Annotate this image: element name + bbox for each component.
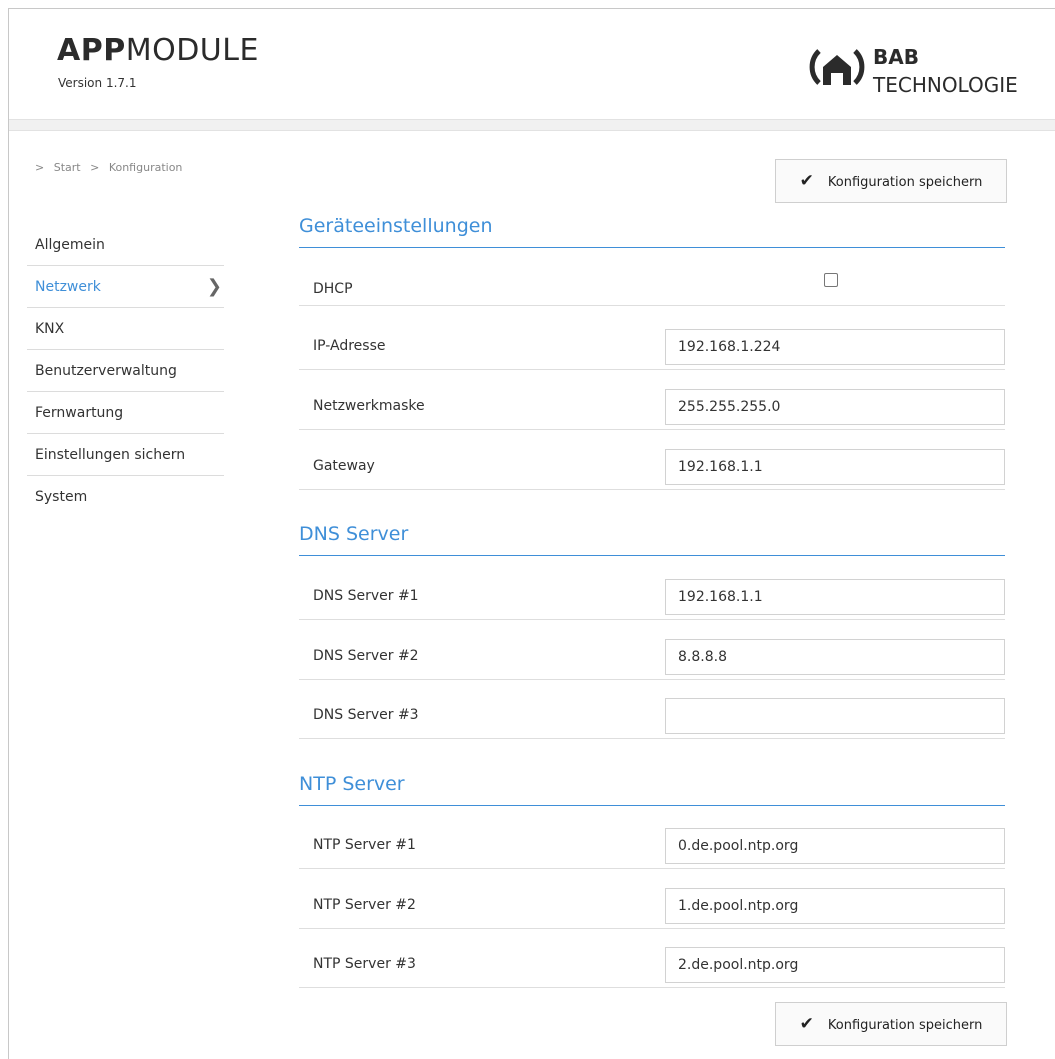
brand-title: APPMODULE [57,33,259,68]
save-config-button-top[interactable]: ✔ Konfiguration speichern [775,159,1007,203]
ntp2-input[interactable] [665,888,1005,924]
dns2-label: DNS Server #2 [313,648,419,664]
breadcrumb-separator: > [35,161,45,174]
form-row: NTP Server #2 [299,888,1005,929]
section-title: Geräteeinstellungen [299,211,1005,248]
logo-text-technologie: TECHNOLOGIE [873,73,1018,97]
dns1-input[interactable] [665,579,1005,615]
ntp2-label: NTP Server #2 [313,897,416,913]
sidebar-item-system[interactable]: System [27,476,224,517]
sidebar-item-netzwerk[interactable]: Netzwerk ❯ [27,266,224,308]
chevron-right-icon: ❯ [206,276,222,297]
sidebar-nav: Allgemein Netzwerk ❯ KNX Benutzerverwaltu… [27,224,224,517]
header-divider-band [9,119,1055,131]
logo-text-bab: BAB [873,45,919,69]
checkmark-icon: ✔ [799,171,814,191]
ntp3-label: NTP Server #3 [313,956,416,972]
company-logo: BAB TECHNOLOGIE [809,39,1039,99]
netmask-input[interactable] [665,389,1005,425]
house-logo-icon [809,49,865,85]
breadcrumb-konfiguration[interactable]: Konfiguration [109,161,183,174]
dhcp-label: DHCP [313,281,353,297]
form-row: DNS Server #2 [299,639,1005,680]
checkmark-icon: ✔ [799,1014,814,1034]
gateway-label: Gateway [313,458,375,474]
sidebar-item-label: Allgemein [35,237,105,253]
form-row: DNS Server #1 [299,579,1005,620]
dns2-input[interactable] [665,639,1005,675]
dns3-label: DNS Server #3 [313,707,419,723]
dhcp-checkbox[interactable] [824,273,838,287]
section-dns-server: DNS Server [299,519,1005,556]
section-title: NTP Server [299,769,1005,806]
save-button-label: Konfiguration speichern [827,1018,983,1033]
sidebar-item-label: Fernwartung [35,405,124,421]
version-label: Version 1.7.1 [58,76,137,90]
ntp1-label: NTP Server #1 [313,837,416,853]
sidebar-item-allgemein[interactable]: Allgemein [27,224,224,266]
ntp1-input[interactable] [665,828,1005,864]
sidebar-item-label: Benutzerverwaltung [35,363,177,379]
dns3-input[interactable] [665,698,1005,734]
save-config-button-bottom[interactable]: ✔ Konfiguration speichern [775,1002,1007,1046]
sidebar-item-label: Einstellungen sichern [35,447,186,463]
breadcrumb-separator: > [90,161,100,174]
header: APPMODULE Version 1.7.1 BAB TECHNOLOGIE [9,9,1055,119]
breadcrumb-start[interactable]: Start [54,161,81,174]
ip-address-input[interactable] [665,329,1005,365]
form-row: NTP Server #3 [299,947,1005,988]
section-ntp-server: NTP Server [299,769,1005,806]
save-button-label: Konfiguration speichern [827,175,983,190]
sidebar-item-einstellungen-sichern[interactable]: Einstellungen sichern [27,434,224,476]
sidebar-item-knx[interactable]: KNX [27,308,224,350]
netmask-label: Netzwerkmaske [313,398,425,414]
form-row: NTP Server #1 [299,828,1005,869]
sidebar-item-benutzerverwaltung[interactable]: Benutzerverwaltung [27,350,224,392]
form-row: Netzwerkmaske [299,389,1005,430]
gateway-input[interactable] [665,449,1005,485]
ip-address-label: IP-Adresse [313,338,386,354]
breadcrumb: > Start > Konfiguration [35,161,188,174]
form-row: DHCP [299,271,1005,306]
sidebar-item-label: System [35,489,88,505]
app-window: APPMODULE Version 1.7.1 BAB TECHNOLOGIE … [8,8,1055,1059]
ntp3-input[interactable] [665,947,1005,983]
dns1-label: DNS Server #1 [313,588,419,604]
form-row: DNS Server #3 [299,698,1005,739]
sidebar-item-fernwartung[interactable]: Fernwartung [27,392,224,434]
form-row: IP-Adresse [299,329,1005,370]
form-row: Gateway [299,449,1005,490]
sidebar-item-label: KNX [35,321,65,337]
section-device-settings: Geräteeinstellungen [299,211,1005,248]
sidebar-item-label: Netzwerk [35,279,101,295]
section-title: DNS Server [299,519,1005,556]
